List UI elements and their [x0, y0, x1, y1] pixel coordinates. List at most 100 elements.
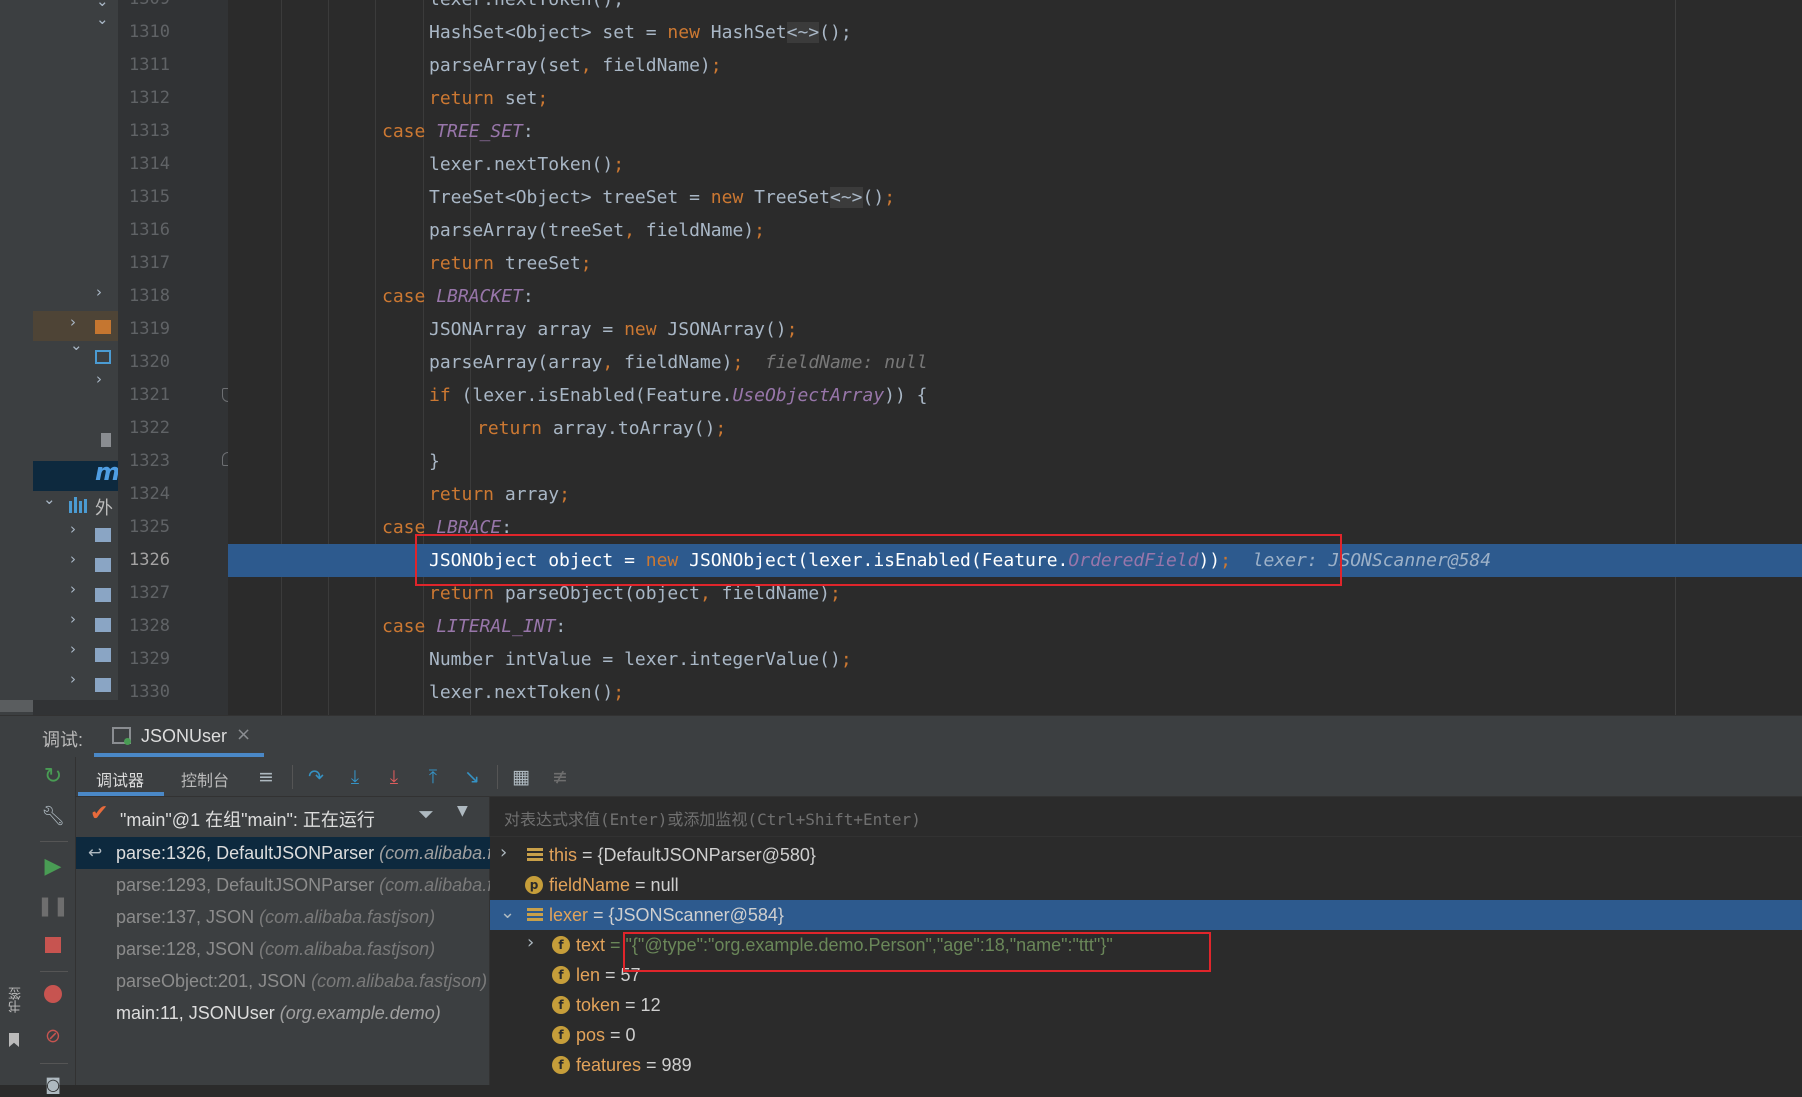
- variable-row-pos[interactable]: f pos = 0: [490, 1020, 1802, 1050]
- code-line[interactable]: case LITERAL_INT:: [228, 610, 1802, 643]
- stack-frame[interactable]: parse:1293, DefaultJSONParser (com.alibab…: [76, 869, 490, 901]
- code-line[interactable]: if (lexer.isEnabled(Feature.UseObjectArr…: [228, 379, 1802, 412]
- mute-breakpoints-icon[interactable]: ⊘: [40, 1023, 66, 1049]
- wrench-icon[interactable]: 🔧︎: [40, 802, 66, 828]
- step-out-icon[interactable]: ⤒: [420, 764, 446, 790]
- project-tree-scrollbar[interactable]: [33, 700, 118, 715]
- project-tree-item-m[interactable]: m: [95, 458, 118, 486]
- line-number[interactable]: 1324: [118, 478, 170, 511]
- chevron-down-icon[interactable]: ⌄: [70, 336, 83, 354]
- rerun-icon[interactable]: ↻: [40, 763, 66, 789]
- evaluate-expression-icon[interactable]: ▦: [508, 764, 534, 790]
- session-tab-label[interactable]: JSONUser: [141, 726, 227, 747]
- stack-frame-selected[interactable]: ↩ parse:1326, DefaultJSONParser (com.aliba…: [76, 837, 490, 869]
- line-number[interactable]: 1314: [118, 148, 170, 181]
- external-libraries-label[interactable]: 外: [95, 494, 113, 520]
- code-line[interactable]: lexer.nextToken();: [228, 676, 1802, 709]
- list-icon[interactable]: ≡: [253, 764, 279, 790]
- chevron-right-icon[interactable]: ›: [70, 550, 76, 568]
- code-line[interactable]: return treeSet;: [228, 247, 1802, 280]
- trace-stream-icon[interactable]: ≢: [547, 764, 573, 790]
- code-editor[interactable]: lexer.nextToken(); HashSet<Object> set =…: [228, 0, 1802, 715]
- variable-row-features[interactable]: f features = 989: [490, 1050, 1802, 1080]
- code-line[interactable]: parseArray(array, fieldName); fieldName:…: [228, 346, 1802, 379]
- line-number[interactable]: 1313: [118, 115, 170, 148]
- stack-frame[interactable]: parseObject:201, JSON (com.alibaba.fastjs…: [76, 965, 490, 997]
- filter-icon[interactable]: ⏷: [418, 802, 434, 826]
- variable-row-token[interactable]: f token = 12: [490, 990, 1802, 1020]
- line-number[interactable]: 1329: [118, 643, 170, 676]
- view-breakpoints-icon[interactable]: [44, 985, 62, 1003]
- code-line[interactable]: return set;: [228, 82, 1802, 115]
- line-number[interactable]: 1321: [118, 379, 170, 412]
- resume-icon[interactable]: ▶: [40, 853, 66, 879]
- line-number[interactable]: 1330: [118, 676, 170, 709]
- line-number[interactable]: 1316: [118, 214, 170, 247]
- code-line[interactable]: lexer.nextToken();: [228, 148, 1802, 181]
- chevron-down-icon[interactable]: ⌄: [43, 490, 56, 508]
- expression-input[interactable]: 对表达式求值(Enter)或添加监视(Ctrl+Shift+Enter): [490, 797, 1802, 837]
- line-number[interactable]: 1310: [118, 16, 170, 49]
- line-number[interactable]: 1320: [118, 346, 170, 379]
- line-number[interactable]: 1322: [118, 412, 170, 445]
- line-number[interactable]: 1317: [118, 247, 170, 280]
- step-over-icon[interactable]: ↷: [303, 764, 329, 790]
- code-line[interactable]: return array;: [228, 478, 1802, 511]
- step-into-icon[interactable]: ⤓: [342, 764, 368, 790]
- stack-frame[interactable]: parse:137, JSON (com.alibaba.fastjson): [76, 901, 490, 933]
- code-line[interactable]: return array.toArray();: [228, 412, 1802, 445]
- thread-selector[interactable]: ✔ "main"@1 在组"main": 正在运行 ⏷ ▼: [76, 797, 490, 837]
- chevron-down-icon[interactable]: ⌄: [96, 10, 109, 28]
- horizontal-scrollbar[interactable]: [0, 700, 33, 712]
- stop-icon[interactable]: [45, 937, 61, 953]
- line-number[interactable]: 1309: [118, 0, 170, 16]
- line-number[interactable]: 1323: [118, 445, 170, 478]
- code-line[interactable]: case TREE_SET:: [228, 115, 1802, 148]
- stack-frame[interactable]: parse:128, JSON (com.alibaba.fastjson): [76, 933, 490, 965]
- code-line[interactable]: JSONArray array = new JSONArray();: [228, 313, 1802, 346]
- close-icon[interactable]: ×: [236, 724, 251, 745]
- variable-row-fieldName[interactable]: p fieldName = null: [490, 870, 1802, 900]
- tab-debugger[interactable]: 调试器: [96, 767, 144, 791]
- line-number[interactable]: 1319: [118, 313, 170, 346]
- variable-row-this[interactable]: › this = {DefaultJSONParser@580}: [490, 840, 1802, 870]
- chevron-right-icon[interactable]: ›: [70, 580, 76, 598]
- tab-console[interactable]: 控制台: [181, 767, 229, 791]
- line-number[interactable]: 1326: [118, 544, 170, 577]
- stack-frame[interactable]: main:11, JSONUser (org.example.demo): [76, 997, 490, 1029]
- chevron-right-icon[interactable]: ›: [70, 640, 76, 658]
- chevron-right-icon[interactable]: ›: [96, 370, 102, 388]
- chevron-right-icon[interactable]: ›: [96, 283, 102, 301]
- code-line[interactable]: Number intValue = lexer.integerValue();: [228, 643, 1802, 676]
- code-line[interactable]: HashSet<Object> set = new HashSet<~>();: [228, 16, 1802, 49]
- camera-icon[interactable]: ◙: [40, 1071, 66, 1097]
- line-number[interactable]: 1311: [118, 49, 170, 82]
- chevron-down-icon[interactable]: ⌄: [96, 0, 109, 10]
- chevron-right-icon[interactable]: ›: [70, 313, 76, 331]
- chevron-down-icon[interactable]: ⌄: [500, 898, 515, 928]
- line-number[interactable]: 1312: [118, 82, 170, 115]
- line-number[interactable]: 1325: [118, 511, 170, 544]
- code-line[interactable]: }: [228, 445, 1802, 478]
- code-line[interactable]: lexer.nextToken();: [228, 0, 1802, 16]
- bookmark-icon[interactable]: [9, 1033, 19, 1047]
- code-line[interactable]: parseArray(treeSet, fieldName);: [228, 214, 1802, 247]
- force-step-into-icon[interactable]: ⤓: [381, 764, 407, 790]
- chevron-down-icon[interactable]: ▼: [457, 803, 468, 819]
- code-line[interactable]: TreeSet<Object> treeSet = new TreeSet<~>…: [228, 181, 1802, 214]
- chevron-right-icon[interactable]: ›: [500, 838, 507, 868]
- variable-row-lexer[interactable]: ⌄ lexer = {JSONScanner@584}: [490, 900, 1802, 930]
- line-number[interactable]: 1315: [118, 181, 170, 214]
- code-line[interactable]: case LBRACKET:: [228, 280, 1802, 313]
- chevron-right-icon[interactable]: ›: [527, 928, 534, 958]
- chevron-right-icon[interactable]: ›: [70, 610, 76, 628]
- chevron-right-icon[interactable]: ›: [70, 520, 76, 538]
- line-number[interactable]: 1328: [118, 610, 170, 643]
- code-line[interactable]: parseArray(set, fieldName);: [228, 49, 1802, 82]
- pause-icon[interactable]: ❚❚: [37, 893, 69, 919]
- chevron-right-icon[interactable]: ›: [70, 670, 76, 688]
- bookmarks-side-tab[interactable]: 书签: [6, 987, 24, 1013]
- line-number[interactable]: 1327: [118, 577, 170, 610]
- run-to-cursor-icon[interactable]: ↘: [459, 764, 485, 790]
- line-number[interactable]: 1318: [118, 280, 170, 313]
